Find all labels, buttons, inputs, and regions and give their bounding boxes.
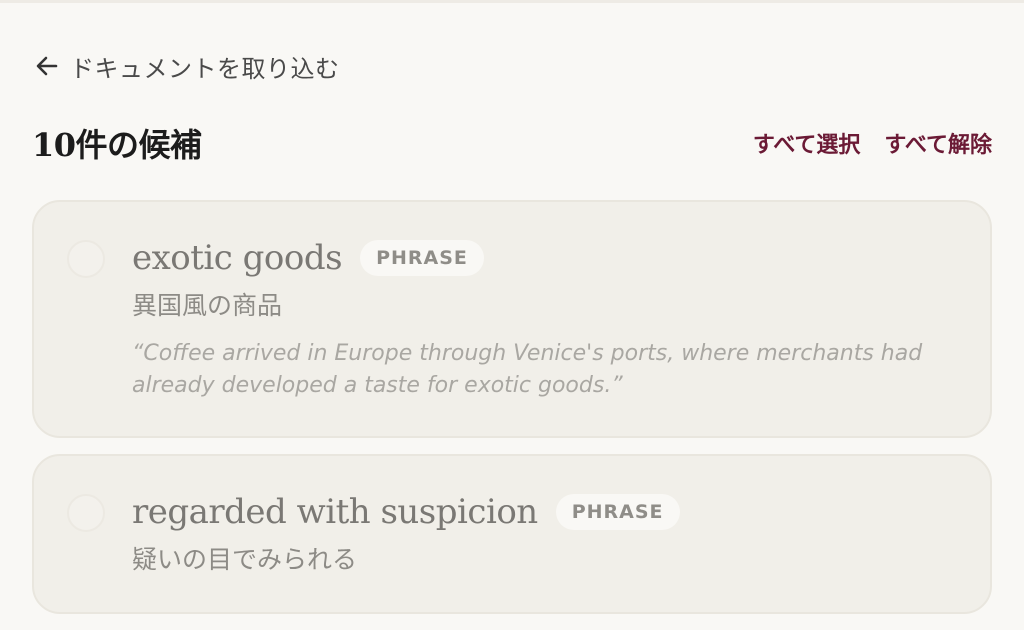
- bulk-actions: すべて選択 すべて解除: [753, 127, 992, 159]
- back-button[interactable]: ドキュメントを取り込む: [34, 48, 340, 84]
- candidate-translation: 異国風の商品: [132, 291, 283, 320]
- candidate-card[interactable]: regarded with suspicion PHRASE 疑いの目でみられる: [32, 454, 992, 614]
- checkbox-unchecked-icon[interactable]: [67, 240, 105, 278]
- type-badge: PHRASE: [555, 494, 680, 530]
- back-label: ドキュメントを取り込む: [70, 54, 340, 83]
- arrow-left-icon: [34, 53, 60, 79]
- type-badge: PHRASE: [360, 240, 484, 276]
- checkbox-unchecked-icon[interactable]: [67, 494, 105, 532]
- candidate-list: exotic goods PHRASE 異国風の商品 “Coffee arriv…: [32, 200, 992, 630]
- candidate-translation: 疑いの目でみられる: [132, 545, 358, 574]
- top-divider: [0, 0, 1024, 3]
- candidate-example: “Coffee arrived in Europe through Venice…: [132, 341, 923, 398]
- candidate-term: regarded with suspicion: [132, 492, 538, 532]
- deselect-all-button[interactable]: すべて解除: [884, 127, 992, 159]
- candidate-count-title: 10件の候補: [32, 126, 202, 164]
- select-all-button[interactable]: すべて選択: [753, 127, 861, 159]
- candidates-header: 10件の候補 すべて選択 すべて解除: [32, 118, 992, 168]
- candidate-term: exotic goods: [132, 238, 343, 278]
- candidate-card[interactable]: exotic goods PHRASE 異国風の商品 “Coffee arriv…: [32, 200, 992, 438]
